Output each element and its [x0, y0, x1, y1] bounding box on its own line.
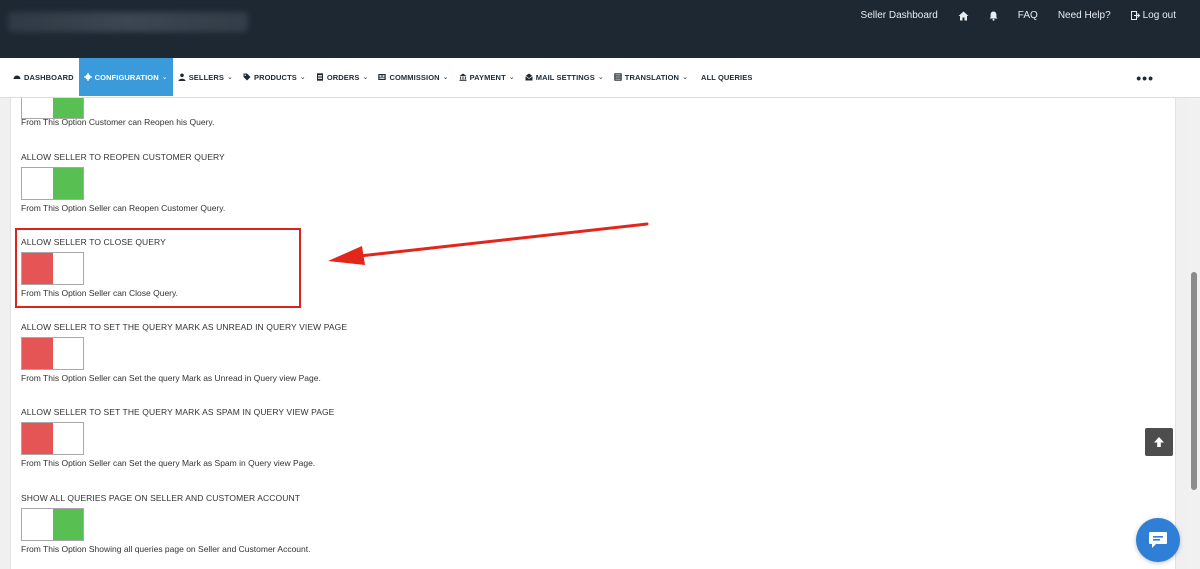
faq-link[interactable]: FAQ: [1018, 10, 1038, 21]
translation-icon: [614, 73, 622, 81]
nav-label: ORDERS: [326, 72, 360, 82]
nav-orders[interactable]: ORDERS ⌄: [311, 58, 374, 96]
setting-description: From This Option Seller can Set the quer…: [21, 458, 316, 468]
setting-description: From This Option Customer can Reopen his…: [21, 117, 215, 127]
nav-mail-settings[interactable]: MAIL SETTINGS ⌄: [520, 58, 609, 96]
nav-payment[interactable]: PAYMENT ⌄: [454, 58, 520, 96]
main-nav: DASHBOARD CONFIGURATION ⌄ SELLERS ⌄ PROD…: [0, 58, 1200, 98]
more-menu-icon[interactable]: •••: [1136, 70, 1154, 86]
top-links: Seller Dashboard FAQ Need Help? Log out: [861, 10, 1176, 21]
logout-label: Log out: [1142, 10, 1176, 21]
nav-label: CONFIGURATION: [94, 72, 159, 82]
scrollbar-thumb[interactable]: [1191, 272, 1197, 490]
chevron-down-icon: ⌄: [161, 74, 168, 81]
seller-dashboard-link[interactable]: Seller Dashboard: [861, 10, 938, 21]
nav-sellers[interactable]: SELLERS ⌄: [173, 58, 238, 96]
nav-label: TRANSLATION: [624, 72, 680, 82]
nav-configuration[interactable]: CONFIGURATION ⌄: [78, 58, 173, 96]
setting-show-all-queries: SHOW ALL QUERIES PAGE ON SELLER AND CUST…: [21, 493, 310, 554]
commission-icon: [378, 74, 387, 80]
logout-icon: [1130, 11, 1140, 20]
tag-icon: [243, 73, 251, 81]
chat-icon: [1149, 532, 1167, 548]
toggle-switch[interactable]: [21, 422, 84, 455]
gear-icon: [83, 73, 92, 81]
nav-products[interactable]: PRODUCTS ⌄: [238, 58, 311, 96]
mail-icon: [525, 73, 533, 81]
toggle-switch[interactable]: [21, 98, 84, 119]
chevron-down-icon: ⌄: [597, 74, 604, 81]
store-logo-blurred[interactable]: [8, 12, 248, 32]
chevron-down-icon: ⌄: [442, 74, 449, 81]
nav-label: SELLERS: [188, 72, 224, 82]
chevron-down-icon: ⌄: [299, 74, 306, 81]
setting-seller-reopen-query: ALLOW SELLER TO REOPEN CUSTOMER QUERY Fr…: [21, 152, 225, 213]
setting-description: From This Option Showing all queries pag…: [21, 544, 311, 554]
scroll-to-top-button[interactable]: [1145, 428, 1173, 456]
chat-button[interactable]: [1136, 518, 1180, 562]
payment-icon: [459, 73, 467, 81]
setting-mark-spam: ALLOW SELLER TO SET THE QUERY MARK AS SP…: [21, 407, 335, 468]
bell-icon[interactable]: [989, 11, 998, 21]
setting-title: SHOW ALL QUERIES PAGE ON SELLER AND CUST…: [21, 493, 300, 503]
home-icon[interactable]: [958, 11, 969, 21]
nav-label: COMMISSION: [389, 72, 440, 82]
user-icon: [178, 73, 186, 81]
setting-title: ALLOW SELLER TO SET THE QUERY MARK AS SP…: [21, 407, 335, 417]
nav-label: ALL QUERIES: [701, 72, 753, 82]
page-scrollbar[interactable]: [1188, 98, 1200, 569]
chevron-down-icon: ⌄: [508, 74, 515, 81]
chevron-down-icon: ⌄: [227, 74, 233, 81]
setting-description: From This Option Seller can Reopen Custo…: [21, 203, 226, 213]
setting-title: ALLOW SELLER TO SET THE QUERY MARK AS UN…: [21, 322, 348, 332]
arrow-up-icon: [1154, 437, 1164, 447]
toggle-switch[interactable]: [21, 337, 84, 370]
top-bar: Seller Dashboard FAQ Need Help? Log out: [0, 0, 1200, 58]
document-icon: [316, 73, 323, 81]
toggle-switch[interactable]: [21, 508, 84, 541]
nav-all-queries[interactable]: ALL QUERIES: [693, 58, 757, 96]
nav-commission[interactable]: COMMISSION ⌄: [373, 58, 453, 96]
setting-mark-unread: ALLOW SELLER TO SET THE QUERY MARK AS UN…: [21, 322, 348, 383]
need-help-link[interactable]: Need Help?: [1058, 10, 1111, 21]
chevron-down-icon: ⌄: [682, 74, 689, 81]
nav-label: DASHBOARD: [24, 72, 74, 82]
nav-translation[interactable]: TRANSLATION ⌄: [609, 58, 693, 96]
dashboard-icon: [13, 75, 21, 79]
nav-label: PAYMENT: [469, 72, 506, 82]
nav-label: MAIL SETTINGS: [535, 72, 595, 82]
toggle-switch[interactable]: [21, 167, 84, 200]
nav-dashboard[interactable]: DASHBOARD: [8, 58, 79, 96]
annotation-arrow: [328, 222, 649, 265]
setting-title: ALLOW SELLER TO REOPEN CUSTOMER QUERY: [21, 152, 225, 162]
highlight-box: [15, 228, 301, 308]
setting-description: From This Option Seller can Set the quer…: [21, 373, 321, 383]
logout-link[interactable]: Log out: [1130, 10, 1176, 21]
chevron-down-icon: ⌄: [362, 74, 369, 81]
nav-label: PRODUCTS: [253, 72, 297, 82]
settings-panel: From This Option Customer can Reopen his…: [10, 98, 1176, 569]
